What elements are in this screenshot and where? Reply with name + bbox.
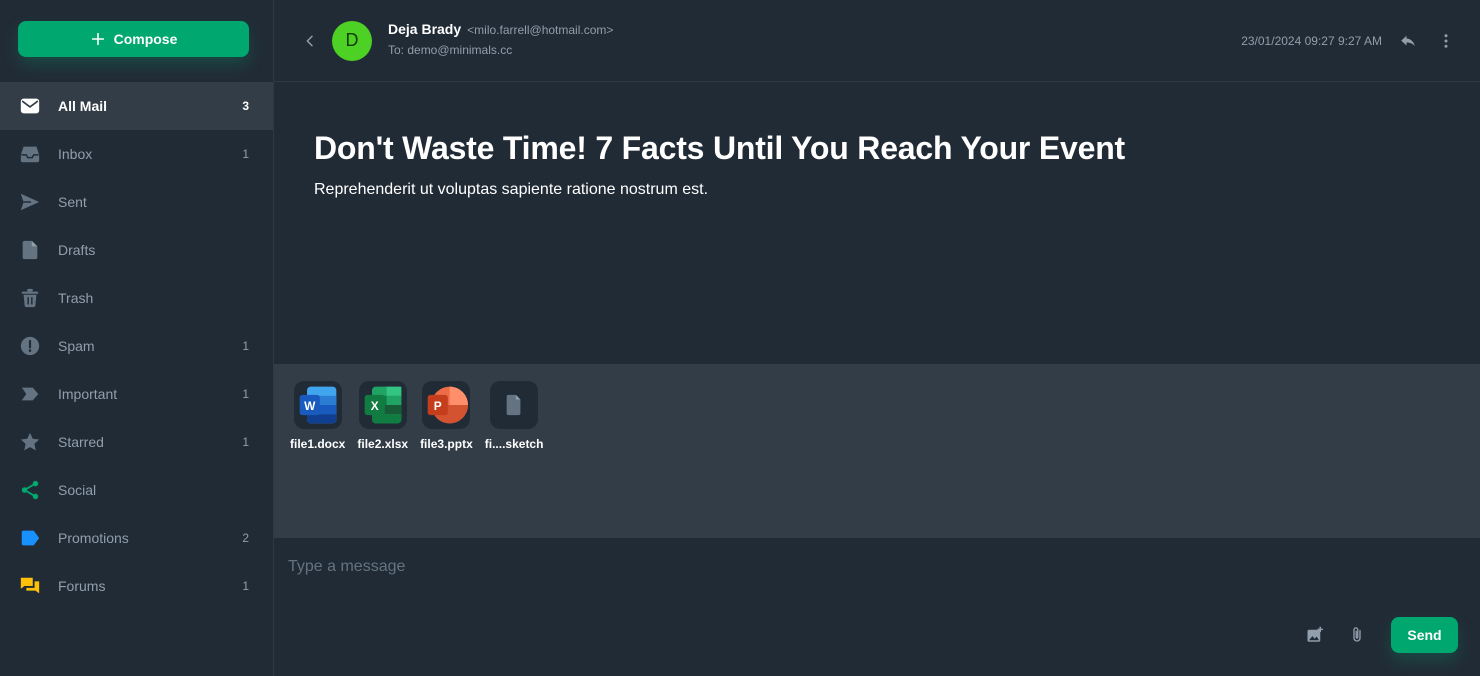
sidebar-item-label: Spam — [58, 338, 95, 354]
generic-file-icon — [506, 394, 521, 416]
compose-button[interactable]: Compose — [18, 21, 249, 57]
sidebar-item-count: 3 — [242, 99, 249, 113]
send-button[interactable]: Send — [1391, 617, 1458, 653]
attachment-thumbnail: P — [422, 381, 471, 429]
sidebar-item-label: Promotions — [58, 530, 129, 546]
reply-composer: Send — [274, 538, 1480, 676]
attachment-thumbnail — [490, 381, 539, 429]
share-icon — [19, 479, 41, 501]
sidebar-item-count: 1 — [242, 579, 249, 593]
more-vertical-icon — [1444, 33, 1448, 48]
add-image-button[interactable] — [1301, 621, 1329, 649]
attachment-item[interactable]: X file2.xlsx — [357, 381, 408, 451]
attachment-item[interactable]: P file3.pptx — [420, 381, 473, 451]
sender-info: Deja Brady <milo.farrell@hotmail.com> To… — [388, 21, 613, 57]
mail-body: Don't Waste Time! 7 Facts Until You Reac… — [274, 82, 1480, 364]
sidebar-item-starred[interactable]: Starred 1 — [0, 418, 273, 466]
powerpoint-icon: P — [428, 386, 469, 424]
sidebar: Compose All Mail 3 Inbox 1 Sent Drafts T… — [0, 0, 274, 676]
mail-subject: Don't Waste Time! 7 Facts Until You Reac… — [314, 130, 1126, 166]
svg-text:P: P — [434, 399, 442, 413]
forum-icon — [19, 575, 41, 597]
composer-actions: Send — [1301, 617, 1458, 653]
attachment-name: file1.docx — [290, 437, 346, 451]
sidebar-item-label: Starred — [58, 434, 104, 450]
sidebar-item-trash[interactable]: Trash — [0, 274, 273, 322]
back-button[interactable] — [300, 31, 320, 51]
add-image-icon — [1307, 626, 1323, 642]
mail-folder-nav: All Mail 3 Inbox 1 Sent Drafts Trash Spa… — [0, 82, 273, 610]
inbox-icon — [19, 143, 41, 165]
attachment-thumbnail: X — [358, 381, 407, 429]
tag-icon — [19, 527, 41, 549]
attachment-item[interactable]: fi....sketch — [484, 381, 544, 451]
star-icon — [19, 431, 41, 453]
sidebar-item-label: Forums — [58, 578, 106, 594]
attachment-name: file3.pptx — [420, 437, 473, 451]
attachment-thumbnail: W — [293, 381, 342, 429]
sidebar-item-social[interactable]: Social — [0, 466, 273, 514]
sender-line: Deja Brady <milo.farrell@hotmail.com> — [388, 21, 613, 37]
sidebar-item-forums[interactable]: Forums 1 — [0, 562, 273, 610]
send-icon — [19, 191, 41, 213]
attach-file-button[interactable] — [1343, 621, 1371, 649]
mail-message: Reprehenderit ut voluptas sapiente ratio… — [314, 181, 709, 198]
avatar: D — [332, 20, 372, 61]
paperclip-icon — [1353, 627, 1361, 642]
mail-detail: D Deja Brady <milo.farrell@hotmail.com> … — [274, 0, 1480, 676]
trash-icon — [19, 287, 41, 309]
sidebar-item-label: Important — [58, 386, 118, 402]
sidebar-item-label: Drafts — [58, 242, 96, 258]
sidebar-item-drafts[interactable]: Drafts — [0, 226, 273, 274]
sender-email: <milo.farrell@hotmail.com> — [467, 22, 614, 37]
plus-icon — [91, 32, 104, 46]
sidebar-item-all-mail[interactable]: All Mail 3 — [0, 82, 273, 130]
sidebar-item-important[interactable]: Important 1 — [0, 370, 273, 418]
attachments-panel: W file1.docx X file2.xlsx P file3.pptx f… — [274, 364, 1480, 538]
label-important-icon — [19, 383, 41, 405]
sender-name: Deja Brady — [388, 20, 462, 37]
sidebar-item-label: Sent — [58, 194, 87, 210]
sidebar-item-label: Inbox — [58, 146, 93, 162]
excel-icon: X — [364, 386, 402, 424]
sidebar-item-promotions[interactable]: Promotions 2 — [0, 514, 273, 562]
sidebar-item-label: Trash — [58, 290, 94, 306]
sidebar-item-spam[interactable]: Spam 1 — [0, 322, 273, 370]
reply-icon — [1401, 35, 1415, 46]
attachment-name: file2.xlsx — [357, 437, 409, 451]
sidebar-item-label: All Mail — [58, 98, 108, 114]
attachment-name: fi....sketch — [484, 437, 544, 451]
sidebar-item-sent[interactable]: Sent — [0, 178, 273, 226]
recipient: To: demo@minimals.cc — [388, 42, 513, 57]
mail-app: Compose All Mail 3 Inbox 1 Sent Drafts T… — [0, 0, 1480, 676]
more-options-button[interactable] — [1432, 27, 1460, 55]
mail-header: D Deja Brady <milo.farrell@hotmail.com> … — [274, 0, 1480, 82]
message-input[interactable] — [288, 558, 1466, 576]
sidebar-item-count: 1 — [242, 339, 249, 353]
sidebar-item-count: 1 — [242, 435, 249, 449]
svg-text:X: X — [370, 399, 378, 413]
mail-date: 23/01/2024 09:27 9:27 AM — [1241, 33, 1382, 48]
svg-text:W: W — [304, 399, 316, 413]
sidebar-item-count: 2 — [242, 531, 249, 545]
sidebar-item-inbox[interactable]: Inbox 1 — [0, 130, 273, 178]
sidebar-item-count: 1 — [242, 147, 249, 161]
alert-icon — [19, 335, 41, 357]
mail-icon — [19, 95, 41, 117]
reply-button[interactable] — [1394, 27, 1422, 55]
word-icon: W — [299, 386, 337, 424]
compose-wrapper: Compose — [0, 0, 273, 82]
chevron-left-icon — [306, 35, 313, 46]
attachment-item[interactable]: W file1.docx — [290, 381, 345, 451]
compose-label: Compose — [113, 31, 178, 47]
file-icon — [19, 239, 41, 261]
sidebar-item-count: 1 — [242, 387, 249, 401]
sidebar-item-label: Social — [58, 482, 97, 498]
header-actions: 23/01/2024 09:27 9:27 AM — [1241, 27, 1460, 55]
